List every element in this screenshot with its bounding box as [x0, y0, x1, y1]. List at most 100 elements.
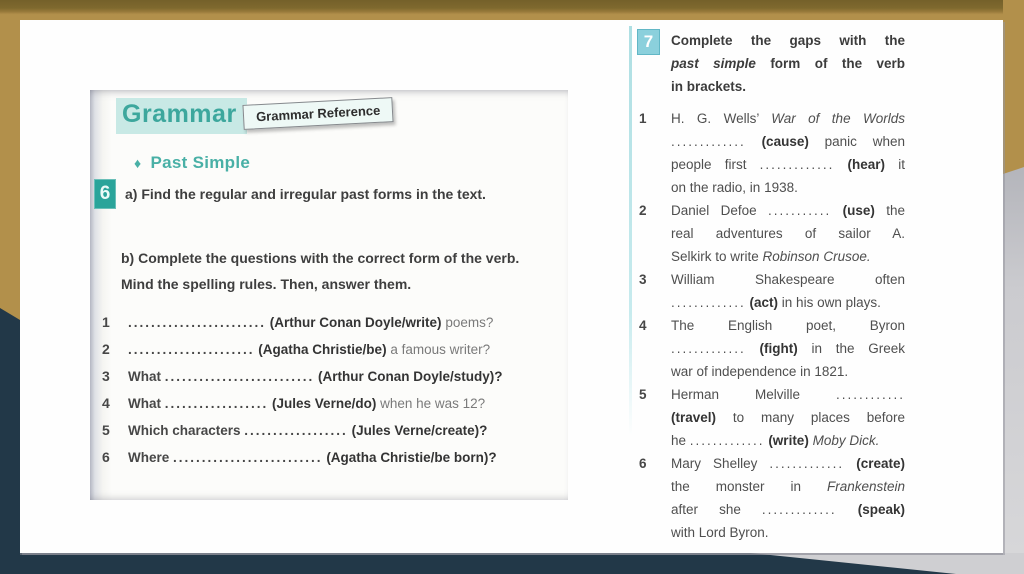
text-segment: (cause): [761, 134, 809, 149]
list-item: 6 Mary Shelley ............. (create) the …: [637, 452, 909, 544]
text-line: ............. (cause) panic when: [671, 130, 905, 153]
exercise-6-part-a-row: 6 a) Find the regular and irregular past…: [94, 179, 486, 209]
exercise-6-badge: 6: [94, 179, 116, 209]
list-item: 5 Which characters .................. (Ju…: [96, 417, 566, 444]
item-number: 6: [639, 456, 647, 471]
item-text: ...................... (Agatha Christie/…: [128, 336, 490, 363]
exercise-7-header: 7 Complete the gaps with the past simple …: [637, 29, 909, 98]
text-segment: b) Complete the questions with the corre…: [121, 250, 520, 292]
text-segment: (act): [749, 295, 779, 310]
text-line: real adventures of sailor A.: [671, 222, 905, 245]
gold-bar-left: [0, 20, 20, 320]
item-text: What .......................... (Arthur …: [128, 363, 503, 390]
text-line: the monster in Frankenstein: [671, 475, 905, 498]
text-segment: real adventures of sailor A.: [671, 226, 905, 241]
text-segment: past simple: [671, 56, 756, 71]
text-line: ............. (fight) in the Greek: [671, 337, 905, 360]
text-segment: War of the Worlds: [771, 111, 905, 126]
text-segment: with Lord Byron.: [671, 525, 769, 540]
text-segment: ........................: [128, 315, 267, 330]
text-segment: (write): [768, 433, 809, 448]
text-line: Complete the gaps with the: [671, 29, 905, 52]
text-segment: (fight): [759, 341, 798, 356]
text-segment: in the Greek: [797, 341, 905, 356]
item-number: 2: [102, 341, 110, 357]
text-line: Mary Shelley ............. (create): [671, 452, 905, 475]
text-segment: (Arthur Conan Doyle/study)?: [318, 369, 503, 384]
text-segment: in his own plays.: [778, 295, 881, 310]
exercise-7-items: 1 H. G. Wells’ War of the Worlds.........…: [637, 107, 909, 544]
text-line: with Lord Byron.: [671, 521, 905, 544]
text-segment: ..........................: [164, 369, 315, 384]
text-segment: (Agatha Christie/be born)?: [326, 450, 497, 465]
slide: Grammar Grammar Reference ♦ Past Simple …: [0, 0, 1024, 574]
text-line: people first ............. (hear) it: [671, 153, 905, 176]
text-segment: a famous writer?: [386, 342, 491, 357]
text-segment: (speak): [857, 502, 905, 517]
text-segment: (Jules Verne/do): [272, 396, 377, 411]
text-segment: ..................: [164, 396, 269, 411]
text-line: William Shakespeare often: [671, 268, 905, 291]
teal-divider-line: [629, 26, 632, 436]
text-line: on the radio, in 1938.: [671, 176, 905, 199]
text-segment: ...........: [767, 203, 832, 218]
text-line: after she ............. (speak): [671, 498, 905, 521]
gold-bar-right: [1003, 0, 1024, 174]
text-segment: (use): [842, 203, 875, 218]
section-title: Past Simple: [150, 153, 251, 172]
text-segment: (Arthur Conan Doyle/write): [269, 315, 442, 330]
grammar-reference-tab: Grammar Reference: [242, 97, 394, 130]
text-segment: on the radio, in 1938.: [671, 180, 798, 195]
text-segment: he: [671, 433, 690, 448]
text-segment: .............: [769, 456, 845, 471]
text-line: past simple form of the verb: [671, 52, 905, 75]
text-segment: Mary Shelley: [671, 456, 770, 471]
text-segment: when he was 12?: [376, 396, 486, 411]
item-text: William Shakespeare often............. (…: [671, 268, 905, 314]
text-segment: What: [128, 396, 165, 411]
item-number: 4: [102, 395, 110, 411]
exercise-7-badge: 7: [637, 29, 660, 55]
text-segment: [844, 456, 856, 471]
text-segment: in brackets.: [671, 79, 747, 94]
exercise-6-part-a-text: a) Find the regular and irregular past f…: [125, 179, 486, 209]
item-text: H. G. Wells’ War of the Worlds..........…: [671, 107, 905, 199]
text-segment: .............: [689, 433, 765, 448]
text-segment: William Shakespeare often: [671, 272, 905, 287]
item-number: 1: [102, 314, 110, 330]
text-line: H. G. Wells’ War of the Worlds: [671, 107, 905, 130]
exercise-6-questions: 1........................ (Arthur Conan …: [96, 309, 566, 471]
text-segment: (Jules Verne/create)?: [351, 423, 488, 438]
text-segment: .............: [671, 134, 746, 149]
item-text: Where .......................... (Agatha…: [128, 444, 497, 471]
list-item: 1 H. G. Wells’ War of the Worlds.........…: [637, 107, 909, 199]
text-segment: after she: [671, 502, 762, 517]
text-segment: ..........................: [173, 450, 323, 465]
exercise-7: 7 Complete the gaps with the past simple …: [637, 29, 909, 544]
text-segment: to many places before: [716, 410, 905, 425]
list-item: 3 William Shakespeare often............. …: [637, 268, 909, 314]
item-text: Herman Melville ............ (travel) to …: [671, 383, 905, 452]
text-segment: [837, 502, 858, 517]
text-segment: Moby Dick.: [812, 433, 880, 448]
text-segment: ......................: [128, 342, 255, 357]
text-segment: panic when: [808, 134, 905, 149]
list-item: 2 ...................... (Agatha Christie…: [96, 336, 566, 363]
grammar-heading-row: Grammar Grammar Reference: [116, 97, 394, 134]
item-number: 1: [639, 111, 647, 126]
text-segment: .............: [671, 295, 746, 310]
text-segment: war of independence in 1821.: [671, 364, 849, 379]
text-line: Selkirk to write Robinson Crusoe.: [671, 245, 905, 268]
text-segment: [746, 341, 760, 356]
text-segment: form of the verb: [755, 56, 905, 71]
list-item: 2 Daniel Defoe ........... (use) the real …: [637, 199, 909, 268]
list-item: 1........................ (Arthur Conan …: [96, 309, 566, 336]
text-line: Daniel Defoe ........... (use) the: [671, 199, 905, 222]
text-segment: .............: [671, 341, 746, 356]
item-text: ........................ (Arthur Conan D…: [128, 309, 493, 336]
text-segment: people first: [671, 157, 760, 172]
text-segment: Herman Melville: [671, 387, 836, 402]
grammar-heading: Grammar: [116, 98, 247, 134]
text-segment: Where: [128, 450, 174, 465]
exercise-7-instruction: Complete the gaps with the past simple fo…: [671, 29, 905, 98]
